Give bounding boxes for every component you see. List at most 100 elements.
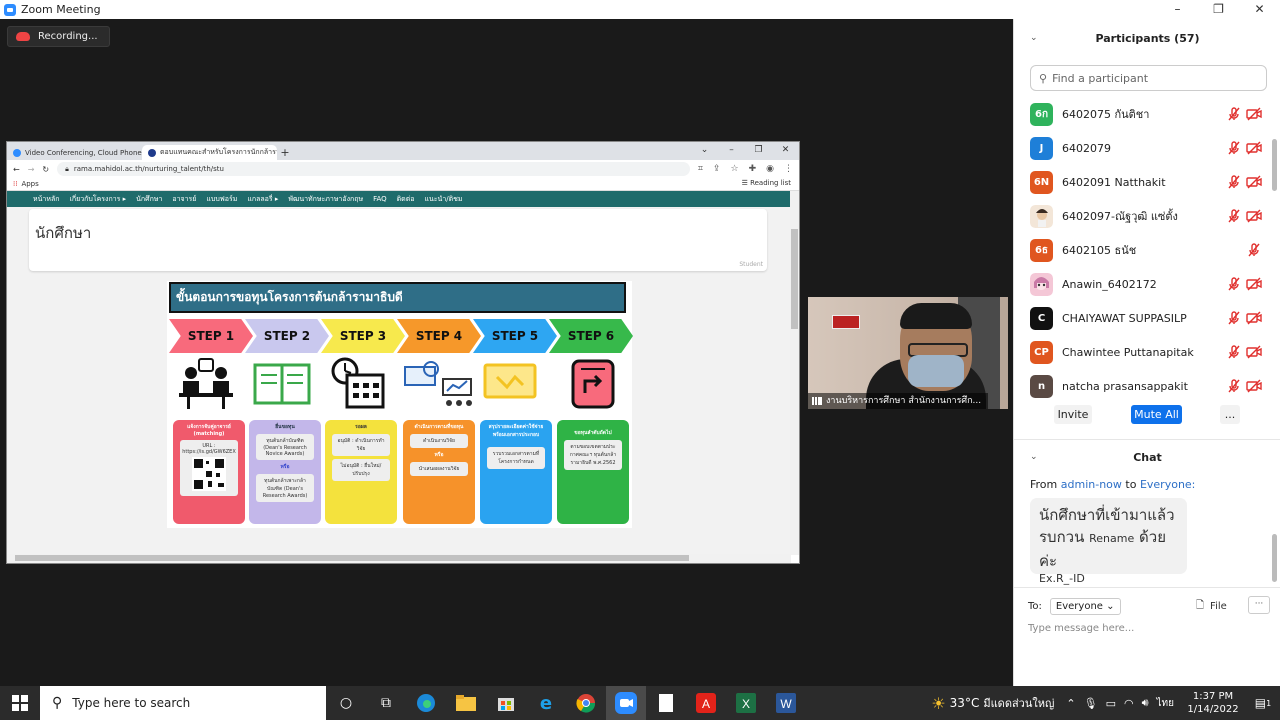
weather-temp[interactable]: 33°C [950, 696, 980, 710]
nav-item[interactable]: แนะนำ/ติชม [424, 194, 462, 205]
minimize-button[interactable]: – [1157, 0, 1198, 19]
collapse-participants-icon[interactable]: ⌄ [1030, 33, 1038, 43]
more-options-button[interactable]: ... [1220, 405, 1240, 424]
nav-item[interactable]: อาจารย์ [172, 194, 196, 205]
mic-muted-icon[interactable] [1227, 379, 1241, 393]
video-off-icon[interactable] [1246, 209, 1262, 223]
chat-more-button[interactable]: ··· [1248, 596, 1270, 614]
clock[interactable]: 1:37 PM 1/14/2022 [1180, 690, 1246, 716]
qr-code-icon[interactable] [192, 457, 226, 491]
browser-minimize-button[interactable]: – [718, 142, 745, 158]
weather-desc[interactable]: มีแดดส่วนใหญ่ [983, 694, 1054, 712]
mic-muted-icon[interactable] [1227, 209, 1241, 223]
microphone-icon[interactable]: 🎙︎ [1084, 697, 1098, 710]
task-view-icon[interactable]: ⧉ [366, 686, 406, 720]
chevron-up-icon[interactable]: ⌃ [1066, 697, 1075, 710]
video-off-icon[interactable] [1246, 311, 1262, 325]
taskbar-search-box[interactable]: ⚲ Type here to search [40, 686, 326, 720]
speaker-video-tile[interactable]: งานบริหารการศึกษา สำนักงานการศึก... [808, 297, 1008, 409]
video-off-icon[interactable] [1246, 107, 1262, 121]
volume-icon[interactable]: 🔊︎ [1142, 696, 1149, 710]
mic-muted-icon[interactable] [1227, 345, 1241, 359]
recording-indicator[interactable]: Recording... [7, 26, 110, 47]
mic-muted-icon[interactable] [1227, 311, 1241, 325]
file-share-button[interactable]: 🗋︎ File [1196, 598, 1227, 615]
bookmark-star-icon[interactable]: ☆ [731, 164, 739, 174]
collapse-chat-icon[interactable]: ⌄ [1030, 452, 1038, 462]
participant-row[interactable]: CP Chawintee Puttanapitak [1014, 335, 1280, 369]
mic-muted-icon[interactable] [1227, 141, 1241, 155]
video-off-icon[interactable] [1246, 345, 1262, 359]
word-icon[interactable]: W [766, 686, 806, 720]
profile-avatar-icon[interactable]: ◉ [766, 164, 774, 174]
address-bar[interactable]: 🔒︎ rama.mahidol.ac.th/nurturing_talent/t… [57, 162, 690, 176]
participant-row[interactable]: n natcha prasansappakit [1014, 369, 1280, 403]
notification-center-icon[interactable]: ▤ 1 [1246, 686, 1280, 720]
invite-button[interactable]: Invite [1054, 405, 1092, 424]
apps-grid-icon[interactable]: ⁞⁞ [13, 180, 17, 188]
participant-search-input[interactable]: ⚲ Find a participant [1030, 65, 1267, 91]
nav-item[interactable]: FAQ [373, 195, 387, 203]
maximize-button[interactable]: ❐ [1198, 0, 1239, 19]
apps-bookmark[interactable]: Apps [21, 180, 38, 188]
nav-item[interactable]: แกลลอรี่ ▸ [247, 194, 278, 205]
recipient-dropdown[interactable]: Everyone ⌄ [1049, 598, 1121, 615]
weather-sun-icon[interactable]: ☀ [931, 694, 945, 713]
video-off-icon[interactable] [1246, 141, 1262, 155]
acrobat-icon[interactable]: A [686, 686, 726, 720]
chat-message-input[interactable]: Type message here... [1028, 623, 1134, 634]
zoom-taskbar-icon[interactable] [606, 686, 646, 720]
participant-list-scrollbar[interactable] [1272, 139, 1277, 191]
participant-row[interactable]: Anawin_6402172 [1014, 267, 1280, 301]
video-off-icon[interactable] [1246, 379, 1262, 393]
participant-row[interactable]: 6ธ 6402105 ธนัช [1014, 233, 1280, 267]
share-icon[interactable]: ⇪ [713, 164, 721, 174]
nav-item[interactable]: แบบฟอร์ม [206, 194, 237, 205]
nav-item[interactable]: หน้าหลัก [33, 194, 59, 205]
new-tab-button[interactable]: + [277, 145, 293, 160]
back-icon[interactable]: ← [13, 165, 20, 174]
input-language[interactable]: ไทย [1157, 696, 1174, 711]
browser-menu-icon[interactable]: ⋮ [784, 164, 793, 174]
participant-row[interactable]: 6N 6402091 Natthakit [1014, 165, 1280, 199]
page-horizontal-scrollbar[interactable] [7, 554, 791, 563]
scrollbar-thumb[interactable] [15, 555, 689, 561]
scrollbar-thumb[interactable] [791, 229, 798, 329]
translate-icon[interactable]: ⌗ [698, 164, 703, 174]
excel-icon[interactable]: X [726, 686, 766, 720]
chat-scrollbar[interactable] [1272, 534, 1277, 582]
file-explorer-icon[interactable] [446, 686, 486, 720]
mute-all-button[interactable]: Mute All [1131, 405, 1182, 424]
browser-close-button[interactable]: ✕ [772, 142, 799, 158]
reading-list-button[interactable]: ☰ Reading list [742, 179, 791, 187]
participant-row[interactable]: 6402097-ณัฐวุฒิ แซ่ตั้ง [1014, 199, 1280, 233]
mic-muted-icon[interactable] [1246, 243, 1262, 257]
cortana-icon[interactable]: ○ [326, 686, 366, 720]
participant-row[interactable]: C CHAIYAWAT SUPPASILP [1014, 301, 1280, 335]
forward-icon[interactable]: → [28, 165, 35, 174]
participant-row[interactable]: J 6402079 [1014, 131, 1280, 165]
participant-row[interactable]: 6ก 6402075 กันติชา [1014, 97, 1280, 131]
nav-item[interactable]: พัฒนาทักษะภาษาอังกฤษ [288, 194, 363, 205]
start-button[interactable] [0, 686, 40, 720]
chat-recipient[interactable]: Everyone: [1140, 478, 1195, 491]
chrome-icon[interactable] [566, 686, 606, 720]
video-off-icon[interactable] [1246, 277, 1262, 291]
mic-muted-icon[interactable] [1227, 175, 1241, 189]
page-vertical-scrollbar[interactable] [790, 191, 799, 555]
tab-search-icon[interactable]: ⌄ [691, 142, 718, 158]
notepad-icon[interactable] [646, 686, 686, 720]
mic-muted-icon[interactable] [1227, 277, 1241, 291]
browser-tab-zoom[interactable]: Video Conferencing, Cloud Phone... ✕ [7, 145, 142, 160]
reload-icon[interactable]: ↻ [42, 165, 49, 174]
video-off-icon[interactable] [1246, 175, 1262, 189]
extensions-icon[interactable]: ✚ [749, 164, 757, 174]
wifi-icon[interactable]: ◠ [1124, 697, 1134, 710]
ie-icon[interactable]: e [526, 686, 566, 720]
battery-icon[interactable]: ▭ [1106, 697, 1116, 710]
close-button[interactable]: ✕ [1239, 0, 1280, 19]
nav-item[interactable]: ติดต่อ [397, 194, 415, 205]
nav-item[interactable]: เกี่ยวกับโครงการ ▸ [69, 194, 126, 205]
edge-icon[interactable] [406, 686, 446, 720]
nav-item[interactable]: นักศึกษา [136, 194, 162, 205]
